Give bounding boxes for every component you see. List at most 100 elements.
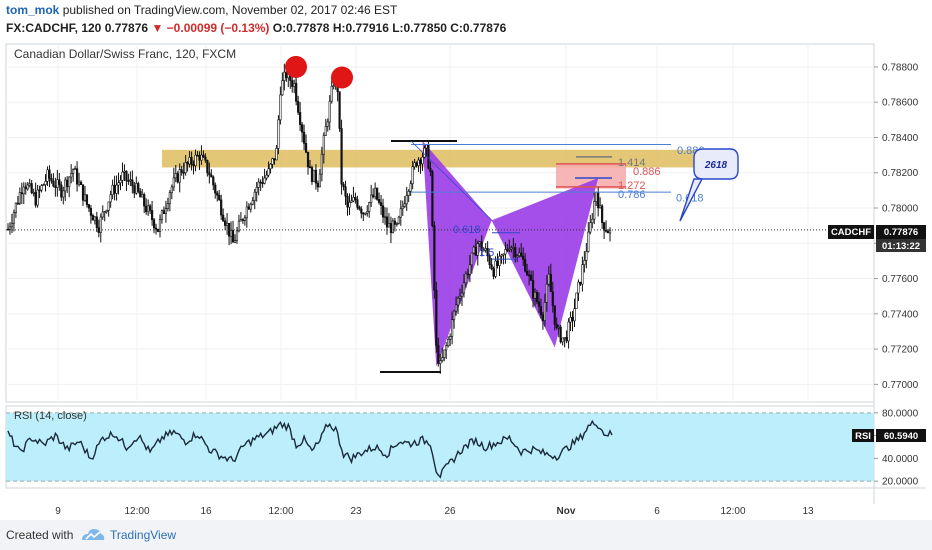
candle-body — [557, 326, 560, 329]
price-tick-label: 0.78600 — [882, 98, 919, 109]
candle-body — [231, 230, 235, 243]
candle-body — [451, 319, 454, 337]
candle-body — [466, 273, 470, 276]
candle-body — [28, 183, 31, 186]
candle-body — [328, 100, 331, 123]
candle-body — [308, 166, 312, 169]
candle-body — [152, 219, 156, 229]
candle-body — [133, 185, 136, 194]
candle-body — [330, 86, 333, 102]
candle-body — [271, 158, 274, 165]
candle-body — [429, 167, 432, 172]
candle-body — [512, 247, 515, 249]
candle-body — [567, 321, 570, 342]
candle-body — [411, 166, 414, 185]
candle-body — [283, 71, 286, 81]
candle-body — [516, 255, 519, 258]
last-price-symbol: CADCHF — [831, 227, 871, 238]
candle-body — [368, 202, 371, 212]
candle-body — [143, 194, 146, 207]
candle-body — [190, 157, 193, 165]
candle-body — [129, 179, 132, 182]
candle-body — [407, 191, 410, 196]
candle-body — [376, 187, 379, 200]
author-link[interactable]: tom_mok — [6, 3, 59, 17]
candle-body — [265, 174, 268, 179]
candle-body — [316, 182, 319, 188]
chart-canvas[interactable]: 0.8861.4140.8861.2720.7860.6180.6181.5 0… — [0, 38, 932, 520]
candle-body — [421, 156, 424, 165]
created-with-label: Created with — [6, 528, 74, 542]
tradingview-brand[interactable]: TradingView — [110, 528, 176, 542]
candle-body — [257, 181, 260, 188]
candle-body — [599, 205, 602, 209]
candle-body — [458, 295, 462, 299]
candle-body — [354, 197, 357, 200]
candle-body — [12, 212, 16, 224]
rsi-axis[interactable]: 80.000060.000040.000020.0000 — [874, 408, 919, 488]
candle-body — [117, 182, 120, 186]
candle-body — [131, 179, 134, 187]
candle-body — [539, 306, 543, 315]
price-tick-label: 0.77000 — [882, 380, 919, 391]
candle-body — [301, 124, 304, 133]
candle-body — [332, 85, 335, 87]
candle-body — [604, 230, 608, 232]
candle-body — [535, 292, 539, 303]
ohlc-low: L:0.77850 — [392, 21, 447, 35]
candle-body — [247, 206, 250, 210]
candle-body — [326, 121, 329, 127]
candle-body — [225, 222, 229, 226]
candle-body — [472, 246, 475, 254]
rsi-title: RSI (14, close) — [14, 410, 87, 422]
footer-bar: Created with TradingView — [0, 520, 932, 550]
candle-body — [172, 177, 175, 188]
candle-body — [24, 186, 27, 190]
candle-body — [352, 197, 355, 202]
tradingview-logo-icon[interactable] — [80, 526, 106, 544]
candle-body — [8, 226, 12, 230]
candle-body — [370, 194, 373, 203]
candle-body — [212, 176, 215, 186]
candle-body — [579, 281, 582, 285]
candle-body — [224, 220, 227, 226]
candle-body — [545, 283, 548, 303]
candle-body — [91, 215, 94, 221]
rsi-last-tag: RSI 60.5940 — [852, 429, 926, 442]
candle-body — [135, 183, 138, 194]
time-axis[interactable]: 9 12:00 16 12:00 23 26 Nov 6 12:00 13 — [55, 506, 814, 517]
candle-body — [350, 200, 353, 203]
candle-body — [269, 163, 272, 170]
candle-body — [395, 222, 398, 225]
candle-body — [470, 252, 473, 266]
candle-body — [310, 167, 314, 183]
candle-body — [565, 337, 568, 342]
fib-label: 0.786 — [618, 189, 646, 201]
candle-body — [569, 317, 572, 323]
candle-body — [358, 206, 361, 210]
candle-body — [198, 155, 201, 161]
candle-body — [433, 225, 436, 291]
time-tick-label: Nov — [557, 506, 576, 517]
candle-body — [409, 183, 412, 192]
candle-body — [389, 223, 393, 234]
candle-body — [291, 80, 294, 87]
candle-body — [200, 154, 203, 161]
candle-body — [541, 314, 545, 321]
candle-body — [427, 144, 430, 169]
candle-body — [89, 207, 93, 216]
candle-body — [555, 323, 558, 328]
candle-body — [237, 220, 241, 232]
candle-body — [109, 194, 112, 203]
ohlc-high: H:0.77916 — [332, 21, 389, 35]
candle-body — [42, 184, 45, 186]
candle-body — [204, 156, 207, 161]
callout-text: 2618 — [704, 160, 728, 171]
candle-body — [44, 181, 47, 185]
candle-body — [393, 220, 396, 225]
candle-body — [366, 211, 369, 214]
candle-body — [405, 195, 408, 205]
candle-body — [87, 204, 91, 209]
candle-body — [372, 194, 375, 198]
candle-body — [170, 186, 173, 193]
